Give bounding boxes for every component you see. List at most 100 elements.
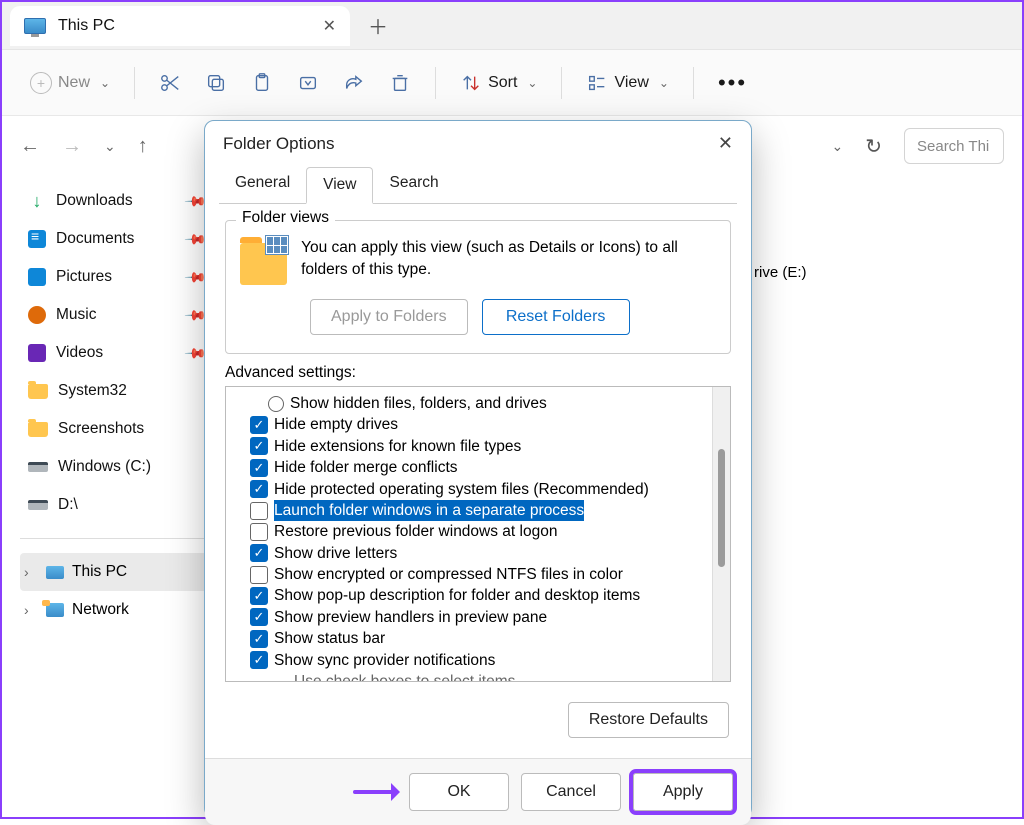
advanced-item-12[interactable]: ✓Show sync provider notifications: [250, 650, 708, 671]
view-icon: [586, 72, 608, 94]
checkbox-icon[interactable]: ✓: [250, 630, 268, 648]
advanced-settings-list: Show hidden files, folders, and drives✓H…: [225, 386, 731, 682]
rename-icon: [297, 72, 319, 94]
cut-button[interactable]: [149, 66, 191, 100]
title-tab-bar: This PC ✕ ＋: [2, 2, 1022, 50]
reset-folders-button[interactable]: Reset Folders: [482, 299, 630, 335]
this-pc-icon: [46, 566, 64, 579]
view-button[interactable]: View ⌄: [576, 66, 678, 100]
advanced-item-2[interactable]: ✓Hide extensions for known file types: [250, 436, 708, 457]
documents-icon: [28, 230, 46, 248]
share-icon: [343, 72, 365, 94]
cancel-button[interactable]: Cancel: [521, 773, 621, 811]
delete-button[interactable]: [379, 66, 421, 100]
download-icon: ↓: [28, 192, 46, 210]
forward-button[interactable]: →: [62, 135, 82, 158]
advanced-item-11[interactable]: ✓Show status bar: [250, 628, 708, 649]
folder-options-dialog: Folder Options ✕ General View Search Fol…: [204, 120, 752, 818]
advanced-item-10[interactable]: ✓Show preview handlers in preview pane: [250, 607, 708, 628]
advanced-item-5[interactable]: Launch folder windows in a separate proc…: [250, 500, 708, 521]
new-tab-button[interactable]: ＋: [368, 11, 388, 40]
ellipsis-icon: •••: [718, 70, 747, 96]
more-button[interactable]: •••: [708, 64, 757, 102]
sidebar-item-d-drive[interactable]: D:\: [20, 486, 210, 524]
share-button[interactable]: [333, 66, 375, 100]
advanced-item-truncated: Use check boxes to select items: [250, 671, 708, 682]
sidebar-tree-network[interactable]: ›Network: [20, 591, 210, 629]
sort-icon: [460, 72, 482, 94]
checkbox-icon[interactable]: ✓: [250, 651, 268, 669]
chevron-down-icon: ⌄: [100, 76, 110, 90]
checkbox-icon[interactable]: ✓: [250, 437, 268, 455]
checkbox-icon[interactable]: ✓: [250, 480, 268, 498]
advanced-item-0[interactable]: Show hidden files, folders, and drives: [250, 393, 708, 414]
dialog-footer: OK Cancel Apply: [205, 758, 751, 825]
sidebar-tree-this-pc[interactable]: ›This PC: [20, 553, 210, 591]
refresh-button[interactable]: ↻: [865, 134, 882, 159]
sidebar-item-system32[interactable]: System32: [20, 372, 210, 410]
sidebar-item-music[interactable]: Music📌: [20, 296, 210, 334]
advanced-item-9[interactable]: ✓Show pop-up description for folder and …: [250, 585, 708, 606]
tab-search[interactable]: Search: [373, 166, 454, 203]
advanced-item-3[interactable]: ✓Hide folder merge conflicts: [250, 457, 708, 478]
up-button[interactable]: ↑: [138, 135, 148, 158]
new-button[interactable]: + New ⌄: [20, 66, 120, 100]
copy-button[interactable]: [195, 66, 237, 100]
new-label: New: [58, 74, 90, 92]
radio-icon[interactable]: [268, 396, 284, 412]
search-input[interactable]: Search Thi: [904, 128, 1004, 164]
advanced-item-1[interactable]: ✓Hide empty drives: [250, 414, 708, 435]
tab-title: This PC: [58, 17, 115, 35]
scrollbar-thumb[interactable]: [718, 449, 725, 567]
checkbox-icon[interactable]: ✓: [250, 416, 268, 434]
close-tab-icon[interactable]: ✕: [323, 16, 336, 36]
sort-button[interactable]: Sort ⌄: [450, 66, 547, 100]
sidebar-item-documents[interactable]: Documents📌: [20, 220, 210, 258]
checkbox-icon[interactable]: [250, 523, 268, 541]
advanced-item-6[interactable]: Restore previous folder windows at logon: [250, 521, 708, 542]
checkbox-icon[interactable]: [250, 502, 268, 520]
clipboard-icon: [251, 72, 273, 94]
chevron-right-icon[interactable]: ›: [24, 564, 38, 580]
sidebar-item-pictures[interactable]: Pictures📌: [20, 258, 210, 296]
paste-button[interactable]: [241, 66, 283, 100]
ok-button[interactable]: OK: [409, 773, 509, 811]
address-dropdown[interactable]: ⌄: [832, 138, 844, 155]
back-button[interactable]: ←: [20, 135, 40, 158]
chevron-down-icon: ⌄: [659, 76, 669, 90]
checkbox-icon[interactable]: [250, 566, 268, 584]
sidebar-item-screenshots[interactable]: Screenshots: [20, 410, 210, 448]
chevron-down-icon: ⌄: [527, 76, 537, 90]
apply-button[interactable]: Apply: [633, 773, 733, 811]
sort-label: Sort: [488, 74, 517, 92]
recent-dropdown[interactable]: ⌄: [104, 138, 116, 155]
checkbox-icon[interactable]: ✓: [250, 608, 268, 626]
advanced-item-4[interactable]: ✓Hide protected operating system files (…: [250, 479, 708, 500]
tab-view[interactable]: View: [306, 167, 373, 204]
network-icon: [46, 603, 64, 617]
advanced-item-7[interactable]: ✓Show drive letters: [250, 543, 708, 564]
advanced-settings-label: Advanced settings:: [225, 364, 731, 382]
drive-label-fragment: rive (E:): [754, 264, 807, 281]
restore-defaults-button[interactable]: Restore Defaults: [568, 702, 729, 738]
dialog-titlebar: Folder Options ✕: [205, 121, 751, 166]
music-icon: [28, 306, 46, 324]
sidebar-item-windows-c[interactable]: Windows (C:): [20, 448, 210, 486]
dialog-tabs: General View Search: [219, 166, 737, 204]
advanced-item-8[interactable]: Show encrypted or compressed NTFS files …: [250, 564, 708, 585]
tab-general[interactable]: General: [219, 166, 306, 203]
dialog-title: Folder Options: [223, 134, 335, 154]
folder-views-icon: [240, 237, 287, 285]
chevron-right-icon[interactable]: ›: [24, 602, 38, 618]
trash-icon: [389, 72, 411, 94]
checkbox-icon[interactable]: ✓: [250, 544, 268, 562]
checkbox-icon[interactable]: ✓: [250, 459, 268, 477]
sidebar-item-downloads[interactable]: ↓Downloads📌: [20, 182, 210, 220]
scrollbar[interactable]: [712, 387, 730, 681]
rename-button[interactable]: [287, 66, 329, 100]
pictures-icon: [28, 268, 46, 286]
sidebar-item-videos[interactable]: Videos📌: [20, 334, 210, 372]
tab-this-pc[interactable]: This PC ✕: [10, 6, 350, 46]
close-dialog-button[interactable]: ✕: [718, 133, 733, 154]
checkbox-icon[interactable]: ✓: [250, 587, 268, 605]
